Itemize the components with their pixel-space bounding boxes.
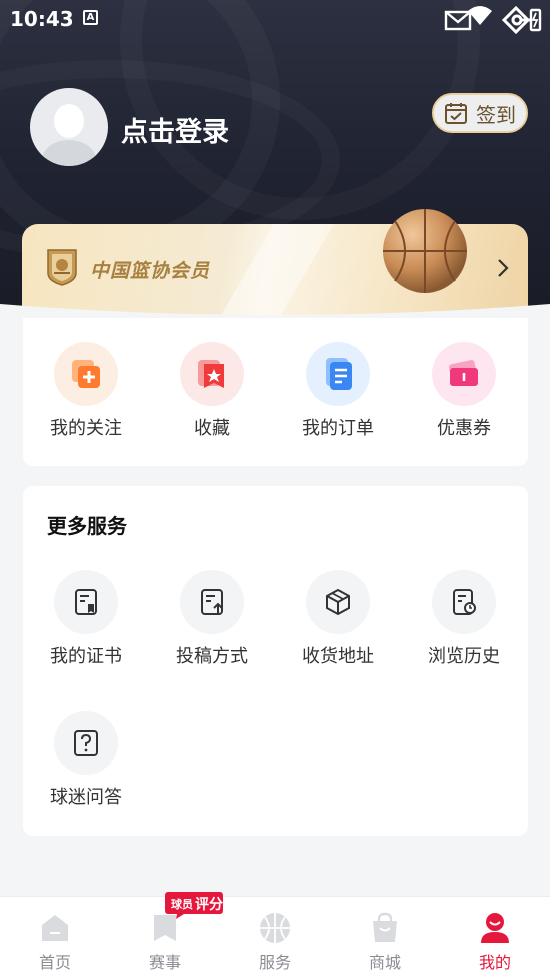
- quick-actions-card: 我的关注 收藏 我的订单 优惠券: [23, 318, 528, 466]
- badge-text-player: 球员: [171, 897, 193, 911]
- favorite-icon: [180, 342, 244, 406]
- status-time: 10:43: [10, 7, 74, 31]
- checkin-label: 签到: [476, 102, 516, 127]
- box-icon: [306, 570, 370, 634]
- service-address[interactable]: 收货地址: [288, 570, 388, 668]
- service-label: 收货地址: [302, 646, 374, 667]
- cba-shield-icon: [47, 249, 77, 286]
- status-bar: 10:43 A: [0, 0, 550, 40]
- checkin-button[interactable]: 签到: [432, 93, 528, 133]
- nav-item-mine[interactable]: 我的: [440, 897, 550, 979]
- member-title: 中国篮协会员: [90, 260, 211, 282]
- home-icon: [42, 915, 68, 941]
- nav-item-service[interactable]: 服务: [220, 897, 330, 979]
- service-faq[interactable]: 球迷问答: [36, 711, 136, 809]
- quick-action-label: 优惠券: [437, 418, 491, 439]
- follow-icon: [54, 342, 118, 406]
- service-label: 我的证书: [50, 646, 122, 667]
- nav-label: 服务: [258, 953, 291, 972]
- bottom-nav: 首页 赛事 服务 商城 我的: [0, 896, 550, 979]
- certificate-icon: [54, 570, 118, 634]
- more-services-card: 更多服务 我的证书 投稿方式 收货地址 浏览历史 球迷问答: [23, 486, 528, 836]
- shop-bag-icon: [373, 912, 397, 942]
- service-history[interactable]: 浏览历史: [414, 570, 514, 668]
- profile-icon: [481, 913, 509, 943]
- chevron-right-icon: [498, 259, 509, 277]
- service-label: 投稿方式: [176, 646, 248, 667]
- question-icon: [54, 711, 118, 775]
- nav-item-shop[interactable]: 商城: [330, 897, 440, 979]
- nav-label: 首页: [38, 953, 71, 972]
- quick-action-favorite[interactable]: 收藏: [162, 342, 262, 440]
- wifi-icon: [468, 6, 492, 25]
- avatar-head: [54, 104, 84, 138]
- service-label: 球迷问答: [50, 787, 122, 808]
- calendar-check-icon: [445, 103, 467, 124]
- avatar[interactable]: [30, 88, 108, 166]
- vpn-key-icon: [501, 5, 542, 35]
- badge-text-rating: 评分: [195, 897, 223, 913]
- quick-action-label: 我的订单: [302, 418, 374, 439]
- quick-action-follow[interactable]: 我的关注: [36, 342, 136, 440]
- quick-action-label: 我的关注: [50, 418, 122, 439]
- service-submit[interactable]: 投稿方式: [162, 570, 262, 668]
- quick-action-coupon[interactable]: 优惠券: [414, 342, 514, 440]
- service-label: 浏览历史: [428, 646, 500, 667]
- avatar-body: [42, 140, 96, 166]
- quick-action-orders[interactable]: 我的订单: [288, 342, 388, 440]
- submit-icon: [180, 570, 244, 634]
- history-icon: [432, 570, 496, 634]
- quick-action-label: 收藏: [194, 418, 230, 439]
- order-icon: [306, 342, 370, 406]
- service-certificate[interactable]: 我的证书: [36, 570, 136, 668]
- section-title: 更多服务: [47, 514, 127, 538]
- basketball-image: [383, 209, 467, 293]
- nav-label: 我的: [478, 953, 511, 972]
- keyboard-icon: A: [83, 10, 98, 25]
- login-link[interactable]: 点击登录: [121, 110, 229, 149]
- status-icons: [444, 4, 542, 36]
- coupon-icon: [432, 342, 496, 406]
- nav-item-home[interactable]: 首页: [0, 897, 110, 979]
- nav-label: 赛事: [148, 953, 181, 972]
- player-rating-badge[interactable]: 球员 评分: [164, 890, 224, 920]
- basketball-icon: [260, 913, 290, 943]
- nav-label: 商城: [368, 953, 401, 972]
